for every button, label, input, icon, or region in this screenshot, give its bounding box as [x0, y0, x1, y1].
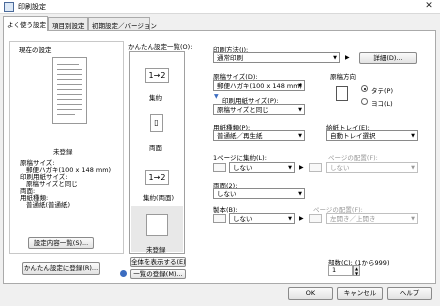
settings-list-button[interactable]: 設定内容一覧(S)...: [28, 237, 94, 249]
paper-tray-select[interactable]: 自動トレイ選択 ▼: [326, 130, 418, 141]
booklet-order-icon: [309, 214, 322, 223]
nup-preview-icon: [213, 163, 226, 172]
chevron-down-icon: ▼: [288, 165, 292, 171]
booklet-preview-icon: [213, 214, 226, 223]
blank-page-icon[interactable]: [146, 214, 168, 236]
landscape-label[interactable]: ヨコ(L): [371, 98, 393, 108]
copies-input[interactable]: 1: [328, 265, 353, 276]
tab-initial-version[interactable]: 初期設定／バージョン: [88, 17, 157, 30]
user-icon: [120, 270, 127, 277]
paper-type-select[interactable]: 普通紙／再生紙 ▼: [213, 130, 305, 141]
portrait-page-icon: [336, 86, 348, 101]
chevron-down-icon: ▼: [333, 55, 337, 61]
chevron-down-icon: ▼: [298, 191, 302, 197]
show-all-button[interactable]: 全体を表示する(E): [130, 257, 186, 267]
details-button[interactable]: 詳細(D)...: [359, 52, 417, 64]
print-method-select[interactable]: 通常印刷 ▼: [213, 52, 340, 63]
landscape-radio[interactable]: [361, 98, 368, 105]
portrait-radio[interactable]: [361, 85, 368, 92]
chevron-down-icon: ▼: [411, 216, 415, 222]
nup-select[interactable]: しない ▼: [229, 162, 295, 173]
current-settings-heading: 現在の設定: [19, 46, 52, 54]
page-order-icon: [309, 163, 322, 172]
tab-items[interactable]: 項目別設定: [48, 17, 88, 30]
copies-stepper[interactable]: ▲ ▼: [353, 265, 360, 276]
arrow-right-icon: ▶: [299, 164, 304, 171]
window-title: 印刷設定: [18, 3, 46, 11]
chevron-down-icon: ▼: [288, 216, 292, 222]
summary-line: 普通紙(普通紙): [26, 201, 71, 209]
easy-item-label[interactable]: 両面: [149, 142, 162, 152]
close-icon[interactable]: ✕: [422, 1, 436, 12]
list-register-button[interactable]: 一覧の登録(M)...: [130, 269, 186, 279]
nup-label: 1ページに集約(L):: [213, 154, 267, 162]
easy-item-label[interactable]: 集約: [149, 92, 162, 102]
nup-duplex-thumbnail-icon[interactable]: 1→2: [145, 170, 169, 185]
duplex-thumbnail-icon[interactable]: ▯: [150, 114, 163, 132]
portrait-label[interactable]: タテ(P): [371, 85, 393, 95]
booklet-order-select[interactable]: 左開き／上開き ▼: [326, 213, 418, 224]
chevron-down-icon: ▼: [298, 83, 302, 89]
arrow-right-icon: ▶: [299, 215, 304, 222]
paper-size-select[interactable]: 原稿サイズと同じ ▼: [213, 104, 305, 115]
arrow-down-icon: ▼: [214, 93, 219, 100]
printer-icon: [4, 2, 14, 12]
chevron-down-icon: ▼: [298, 107, 302, 113]
current-settings-name: 未登録: [53, 148, 73, 156]
nup-thumbnail-icon[interactable]: 1→2: [145, 68, 169, 83]
orientation-label: 原稿方向: [330, 73, 356, 81]
cancel-button[interactable]: キャンセル: [337, 287, 383, 300]
help-button[interactable]: ヘルプ: [387, 287, 432, 300]
booklet-select[interactable]: しない ▼: [229, 213, 295, 224]
title-bar: 印刷設定 ✕: [0, 0, 440, 14]
easy-item-label[interactable]: 未登録: [146, 244, 166, 254]
arrow-right-icon: ▶: [345, 54, 350, 61]
chevron-down-icon: ▼: [298, 133, 302, 139]
ok-button[interactable]: OK: [288, 287, 333, 300]
original-size-select[interactable]: 郵便ハガキ(100 x 148 mm) ▼: [213, 80, 305, 91]
easy-item-label[interactable]: 集約(両面): [143, 192, 174, 202]
chevron-down-icon: ▼: [411, 165, 415, 171]
nup-order-label: ページの配置(F):: [328, 154, 378, 162]
register-easy-setup-button[interactable]: かんたん設定に登録(R)...: [22, 262, 100, 275]
easy-setup-heading: かんたん設定一覧(O):: [128, 43, 193, 51]
tab-frequent[interactable]: よく使う設定: [3, 16, 48, 31]
page-preview: [52, 57, 87, 124]
nup-order-select[interactable]: しない ▼: [326, 162, 418, 173]
chevron-down-icon: ▼: [411, 133, 415, 139]
duplex-select[interactable]: しない ▼: [213, 188, 305, 199]
